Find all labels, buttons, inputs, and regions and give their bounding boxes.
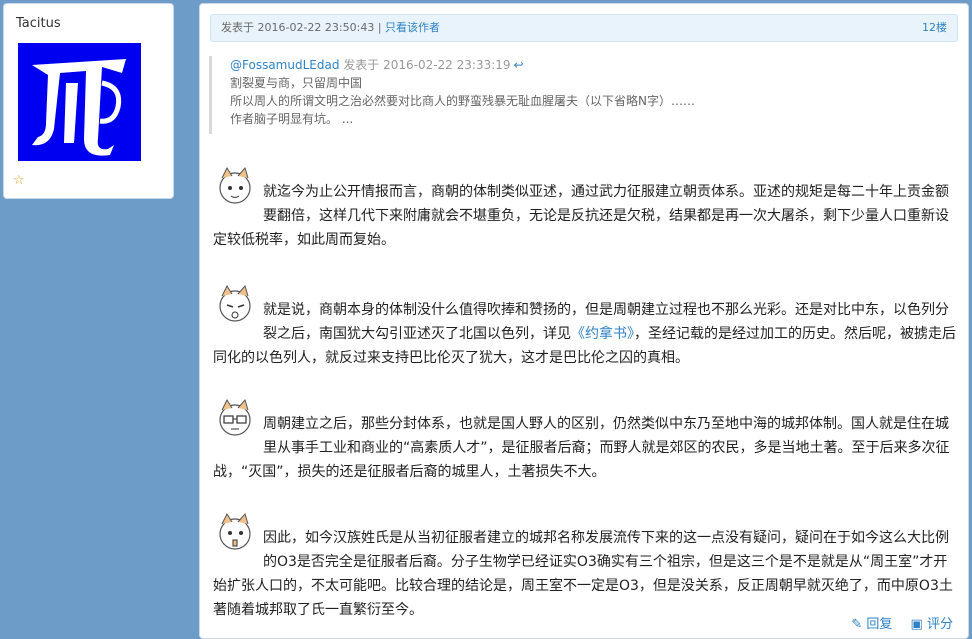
reply-arrow-icon[interactable]: ↩: [514, 58, 524, 72]
emoticon: [219, 512, 251, 550]
quote-line: 所以周人的所谓文明之治必然要对比商人的野蛮残暴无耻血腥屠夫（以下省略N字）……: [230, 94, 695, 108]
quote-block: @FossamudLEdad 发表于 2016-02-22 23:33:19 ↩ …: [209, 56, 770, 134]
star-icon: ☆: [13, 173, 25, 188]
reply-button[interactable]: ✎ 回复: [851, 617, 892, 632]
quote-line: 作者脑子明显有坑。 ...: [230, 112, 354, 126]
quote-author[interactable]: @FossamudLEdad: [230, 58, 339, 72]
emoticon: [219, 284, 251, 322]
post-time: 发表于 2016-02-22 23:50:43: [221, 21, 375, 34]
post-header: 发表于 2016-02-22 23:50:43 | 只看该作者 12楼: [210, 14, 958, 42]
emoticon: [219, 398, 251, 436]
post: 发表于 2016-02-22 23:50:43 | 只看该作者 12楼 @Fos…: [199, 3, 969, 639]
rate-button[interactable]: ▣ 评分: [911, 617, 953, 632]
pencil-icon: ✎: [851, 617, 863, 632]
post-paragraph: 就迄今为止公开情报而言，商朝的体制类似亚述，通过武力征服建立朝贡体系。亚述的规矩…: [213, 166, 958, 252]
separator: |: [374, 21, 386, 34]
quote-time: 发表于 2016-02-22 23:33:19: [339, 58, 511, 72]
post-paragraph: 周朝建立之后，那些分封体系，也就是国人野人的区别，仍然类似中东乃至地中海的城邦体…: [213, 398, 958, 484]
avatar[interactable]: [18, 43, 141, 161]
emoticon: [219, 166, 251, 204]
rate-icon: ▣: [910, 617, 923, 632]
post-actions: ✎ 回复 ▣ 评分: [837, 613, 953, 632]
only-author-link[interactable]: 只看该作者: [385, 21, 440, 34]
post-paragraph: 因此，如今汉族姓氏是从当初征服者建立的城邦名称发展流传下来的这一点没有疑问，疑问…: [213, 512, 958, 622]
username[interactable]: Tacitus: [16, 16, 61, 31]
book-link[interactable]: 《约拿书》: [571, 326, 634, 342]
post-paragraph: 就是说，商朝本身的体制没什么值得吹捧和赞扬的，但是周朝建立过程也不那么光彩。还是…: [213, 284, 958, 370]
floor-number[interactable]: 12楼: [922, 15, 947, 41]
quote-line: 割裂夏与商，只留周中国: [230, 76, 363, 90]
user-card: Tacitus ☆: [3, 3, 174, 199]
